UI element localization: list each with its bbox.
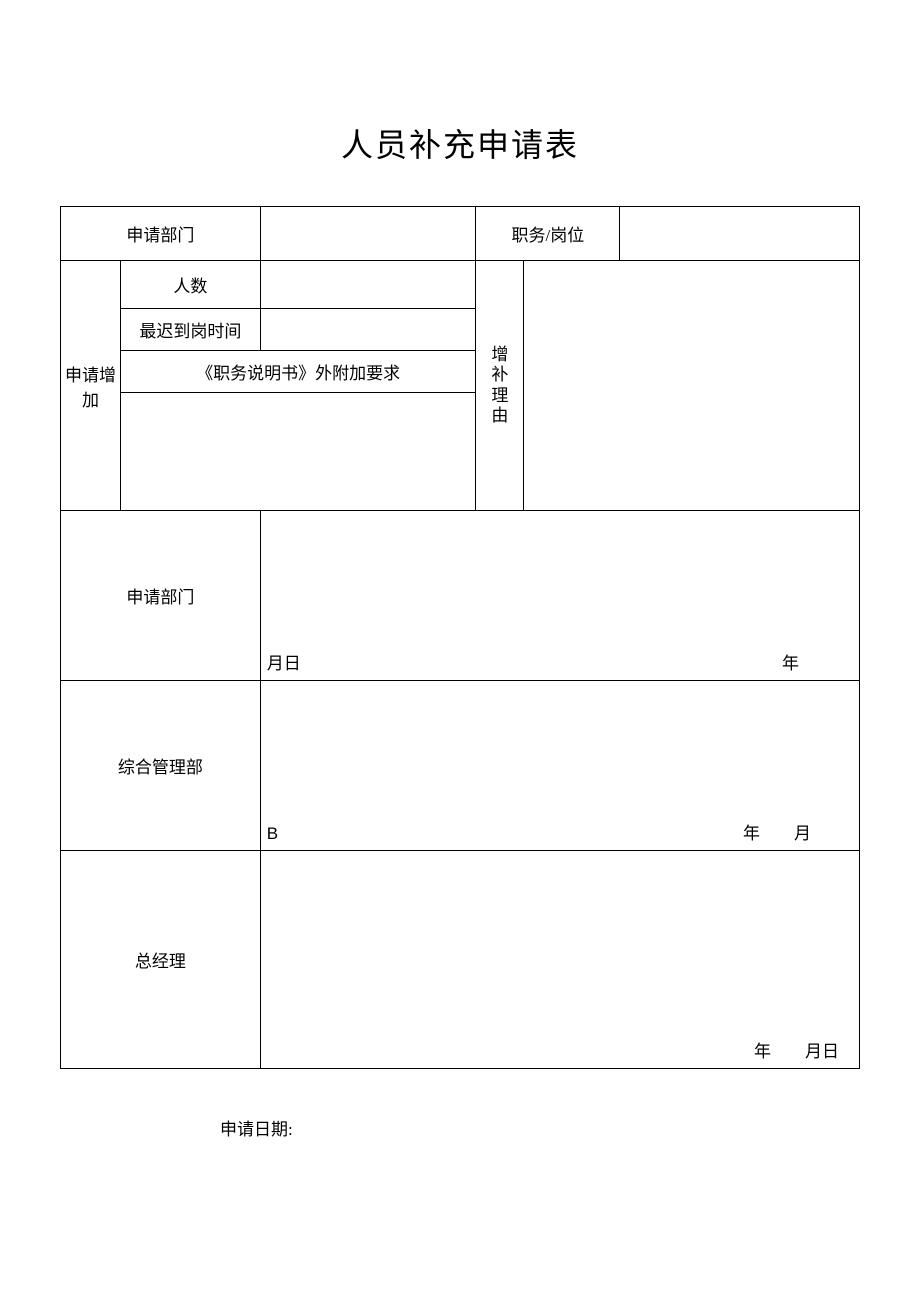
- count-value: [260, 261, 476, 309]
- apply-dept-value: [260, 207, 476, 261]
- extra-req-label: 《职务说明书》外附加要求: [120, 351, 476, 393]
- sign-apply-dept-year: 年: [782, 649, 799, 674]
- sign-apply-dept-label: 申请部门: [61, 511, 261, 681]
- sign-integrated-b: B: [267, 824, 278, 844]
- supplement-reason-value: [524, 261, 860, 511]
- apply-dept-label: 申请部门: [61, 207, 261, 261]
- apply-add-label: 申请增加: [61, 261, 121, 511]
- form-title: 人员补充申请表: [60, 120, 860, 166]
- latest-arrival-label: 最迟到岗时间: [120, 309, 260, 351]
- sign-gm-label: 总经理: [61, 851, 261, 1069]
- form-table: 申请部门 职务/岗位 申请增加 人数 增 补 理 由 最迟到岗时间 《职务说明书…: [60, 206, 860, 1069]
- latest-arrival-value: [260, 309, 476, 351]
- sign-integrated-area: 年 月 B: [260, 681, 859, 851]
- sign-integrated-date: 年 月: [743, 819, 811, 844]
- sign-apply-dept-area: 年 月日: [260, 511, 859, 681]
- sign-apply-dept-monthday: 月日: [267, 649, 301, 674]
- sign-gm-area: 年 月日: [260, 851, 859, 1069]
- sign-integrated-label: 综合管理部: [61, 681, 261, 851]
- sign-gm-date: 年 月日: [754, 1037, 839, 1062]
- count-label: 人数: [120, 261, 260, 309]
- position-label: 职务/岗位: [476, 207, 620, 261]
- extra-req-value: [120, 393, 476, 511]
- apply-date-label: 申请日期:: [220, 1115, 860, 1140]
- position-value: [620, 207, 860, 261]
- supplement-reason-label: 增 补 理 由: [476, 261, 524, 511]
